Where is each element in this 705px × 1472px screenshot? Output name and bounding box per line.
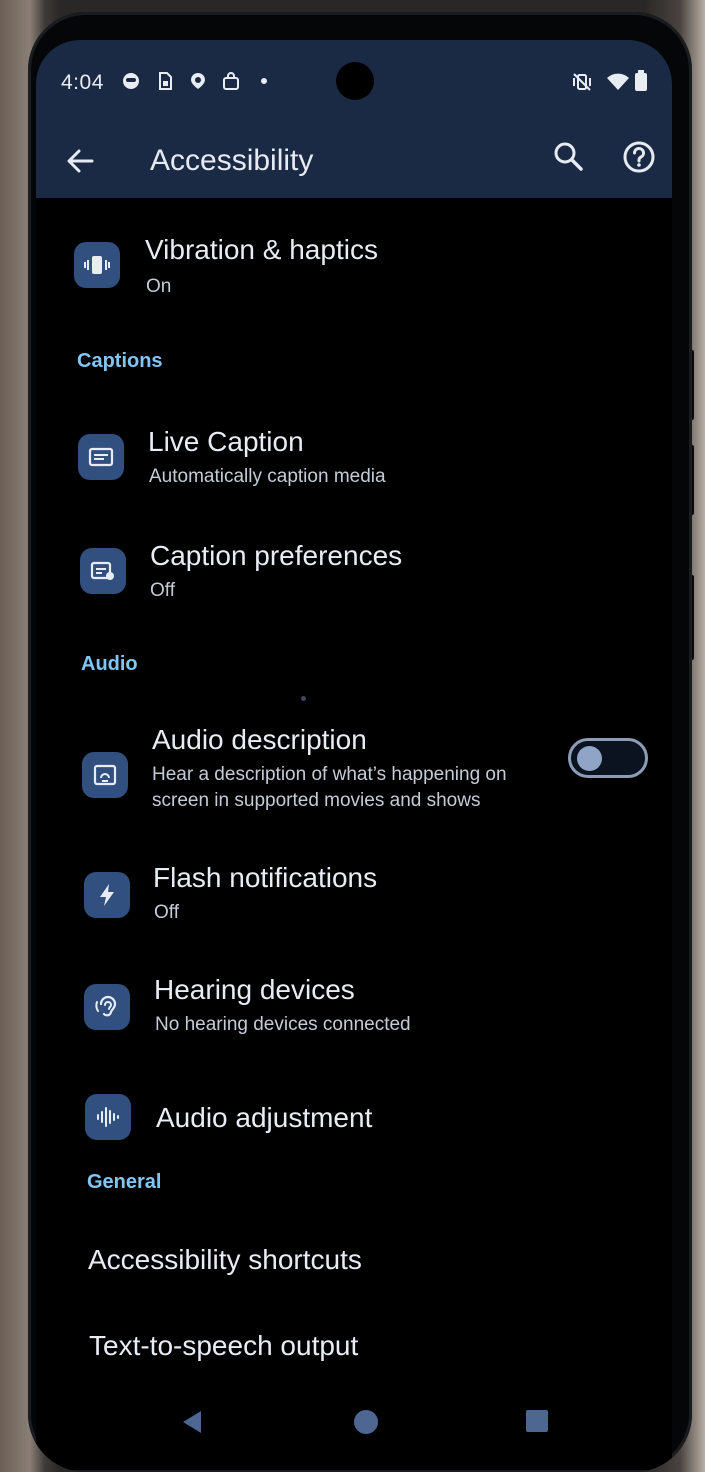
item-title: Vibration & haptics: [145, 234, 378, 265]
status-time: 4:04: [61, 71, 104, 94]
item-subtitle: Off: [150, 580, 175, 601]
item-title: Accessibility shortcuts: [88, 1244, 362, 1275]
item-subtitle: No hearing devices connected: [155, 1014, 411, 1035]
list-item-accessibility-shortcuts[interactable]: Accessibility shortcuts: [36, 1230, 672, 1300]
shopping-bag-icon: [223, 72, 239, 90]
list-item-flash-notifications[interactable]: Flash notifications Off: [36, 858, 672, 958]
item-title: Caption preferences: [150, 540, 403, 571]
item-subtitle: Off: [154, 902, 179, 923]
scroll-dot: [301, 696, 306, 701]
list-item-audio-adjustment[interactable]: Audio adjustment: [36, 1080, 672, 1170]
nav-back-icon[interactable]: [179, 1409, 205, 1435]
audio-description-icon: [82, 752, 128, 798]
item-subtitle: Automatically caption media: [149, 466, 386, 487]
face-notification-icon: [123, 73, 139, 89]
location-pin-icon: [191, 73, 205, 89]
page-title: Accessibility: [150, 144, 314, 177]
wifi-icon: [607, 73, 629, 90]
section-header-general: General: [87, 1171, 162, 1193]
navigation-bar: [36, 1400, 672, 1460]
list-item-text-to-speech[interactable]: Text-to-speech output: [36, 1316, 672, 1386]
item-title: Live Caption: [148, 426, 304, 457]
vibrate-off-icon: [573, 73, 591, 91]
flash-icon: [84, 872, 130, 918]
phone-frame: 4:04 Accessibility Vibration & haptics O…: [28, 12, 692, 1472]
vibration-icon: [74, 242, 120, 288]
item-title: Audio description: [152, 724, 367, 755]
status-bar: 4:04: [36, 40, 672, 100]
list-item-audio-description[interactable]: Audio description Hear a description of …: [36, 720, 672, 840]
search-icon[interactable]: [552, 140, 584, 172]
hearing-icon: [84, 984, 130, 1030]
list-item-live-caption[interactable]: Live Caption Automatically caption media: [36, 422, 672, 522]
item-title: Text-to-speech output: [89, 1330, 359, 1361]
item-title: Hearing devices: [154, 974, 355, 1005]
nav-recents-icon[interactable]: [525, 1409, 549, 1433]
notification-dot-icon: [261, 78, 267, 84]
list-item-caption-preferences[interactable]: Caption preferences Off: [36, 536, 672, 636]
item-title: Flash notifications: [153, 862, 378, 893]
item-title: Audio adjustment: [156, 1102, 373, 1133]
nav-home-icon[interactable]: [352, 1408, 380, 1436]
item-subtitle-line1: Hear a description of what’s happening o…: [152, 764, 507, 785]
sim-icon: [159, 72, 172, 90]
toggle-knob: [577, 746, 602, 771]
audio-adjustment-icon: [85, 1094, 131, 1140]
screen: 4:04 Accessibility Vibration & haptics O…: [36, 40, 672, 1470]
item-subtitle: On: [146, 276, 172, 297]
list-item-vibration-haptics[interactable]: Vibration & haptics On: [36, 230, 672, 330]
list-item-hearing-devices[interactable]: Hearing devices No hearing devices conne…: [36, 970, 672, 1070]
top-bar: 4:04 Accessibility: [36, 40, 672, 198]
section-header-captions: Captions: [77, 350, 163, 372]
live-caption-icon: [78, 434, 124, 480]
help-icon[interactable]: [622, 140, 656, 174]
audio-description-toggle[interactable]: [568, 738, 648, 778]
section-header-audio: Audio: [81, 653, 138, 675]
caption-preferences-icon: [80, 548, 126, 594]
front-camera: [336, 62, 374, 100]
item-subtitle-line2: screen in supported movies and shows: [152, 790, 481, 811]
battery-icon: [635, 70, 647, 91]
back-arrow-icon[interactable]: [64, 145, 96, 177]
